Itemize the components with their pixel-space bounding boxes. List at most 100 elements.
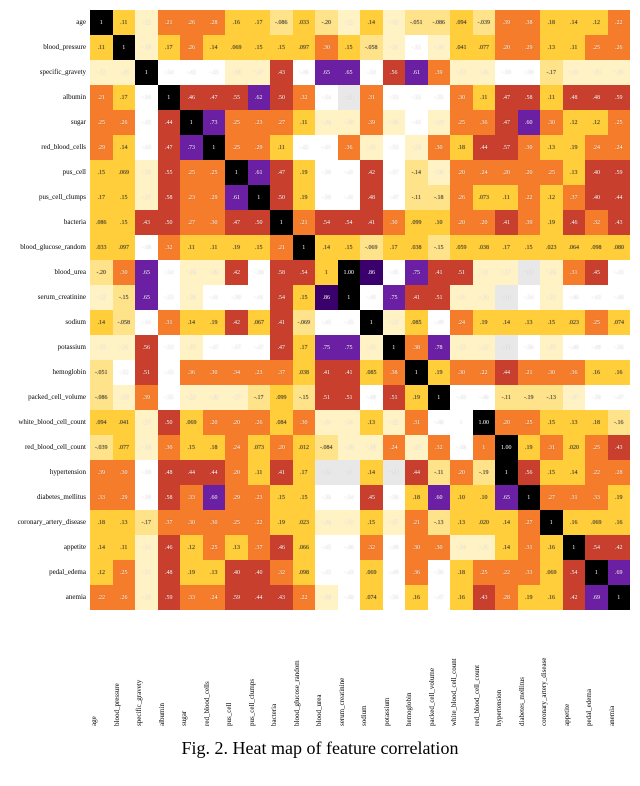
heatmap-cell: .59 [158,585,181,610]
heatmap-cell: 1 [383,335,406,360]
heatmap-cell: .023 [540,235,563,260]
heatmap-cell: 1 [450,410,473,435]
heatmap-cell: .13 [563,160,586,185]
heatmap-cell: .26 [113,110,136,135]
row-label: hypertension [10,460,90,485]
heatmap-cell: .17 [383,235,406,260]
heatmap-cell: .22 [90,585,113,610]
heatmap-cell: .15 [540,310,563,335]
heatmap-cell: -.49 [585,335,608,360]
heatmap-cell: .41 [270,310,293,335]
heatmap-cell: -.069 [360,235,383,260]
heatmap-cell: .11 [270,135,293,160]
col-label: sugar [180,610,203,730]
heatmap-cell: .48 [563,85,586,110]
heatmap-cell: .16 [405,585,428,610]
heatmap-cell: .58 [158,485,181,510]
heatmap-cell: .24 [608,135,631,160]
heatmap-cell: .097 [293,35,316,60]
heatmap-cell: -.43 [158,360,181,385]
heatmap-cell: .54 [585,535,608,560]
heatmap-cell: .59 [225,585,248,610]
heatmap-cell: .47 [495,85,518,110]
heatmap-cell: -.23 [428,110,451,135]
heatmap-cell: .14 [90,310,113,335]
heatmap-cell: .37 [270,360,293,385]
heatmap-cell: .038 [405,235,428,260]
heatmap-cell: .32 [585,210,608,235]
heatmap-cell: .086 [90,210,113,235]
heatmap-cell: .22 [293,585,316,610]
heatmap-cell: .15 [293,285,316,310]
heatmap-cell: -.26 [473,60,496,85]
heatmap-cell: -.13 [428,510,451,535]
heatmap-cell: .13 [518,310,541,335]
heatmap-cell: .69 [608,560,631,585]
heatmap-cell: .15 [338,35,361,60]
heatmap-cell: -.52 [113,360,136,385]
heatmap-cell: -.48 [428,410,451,435]
heatmap-cell: .30 [293,410,316,435]
heatmap-cell: .13 [540,35,563,60]
heatmap-cell: .50 [158,410,181,435]
heatmap-cell: .75 [405,260,428,285]
heatmap-figure: ageblood_pressurespecific_gravetyalbumin… [10,10,630,730]
heatmap-cell: -.45 [383,260,406,285]
heatmap-cell: .18 [585,410,608,435]
heatmap-cell: .36 [405,560,428,585]
heatmap-cell: -.22 [90,285,113,310]
heatmap-cell: .17 [248,10,271,35]
heatmap-cell: -.56 [315,485,338,510]
heatmap-cell: -.086 [270,10,293,35]
heatmap-cell: -.19 [518,385,541,410]
heatmap-cell: .78 [428,335,451,360]
heatmap-cell: .41 [360,210,383,235]
heatmap-cell: .30 [428,535,451,560]
heatmap-cell: -.11 [428,460,451,485]
heatmap-cell: .19 [293,160,316,185]
heatmap-cell: .29 [518,35,541,60]
heatmap-cell: -.56 [383,585,406,610]
heatmap-cell: .30 [540,360,563,385]
heatmap-cell: .51 [135,360,158,385]
heatmap-cell: .42 [608,535,631,560]
heatmap-cell: -.39 [135,160,158,185]
heatmap-cell: -.31 [338,410,361,435]
heatmap-cell: .041 [113,410,136,435]
heatmap-cell: .25 [180,160,203,185]
heatmap-cell: .059 [450,235,473,260]
heatmap-cell: -.31 [135,560,158,585]
heatmap-cell: .26 [113,585,136,610]
heatmap-cell: .25 [473,560,496,585]
heatmap-cell: -.31 [315,410,338,435]
heatmap-cell: .32 [360,535,383,560]
heatmap-cell: .31 [158,310,181,335]
heatmap-cell: .30 [180,510,203,535]
heatmap-cell: -.058 [360,35,383,60]
heatmap-cell: -.37 [135,185,158,210]
heatmap-cell: .31 [360,85,383,110]
heatmap-cell: .51 [428,285,451,310]
heatmap-cell: .27 [540,485,563,510]
heatmap-cell: .32 [293,85,316,110]
heatmap-cell: .13 [563,410,586,435]
heatmap-cell: -.50 [315,185,338,210]
heatmap-grid: 1.11-.22.21.26.28.16.17-.086.033-.20-.22… [90,10,630,610]
heatmap-cell: .47 [495,110,518,135]
heatmap-cell: .31 [563,485,586,510]
heatmap-cell: -.36 [315,110,338,135]
heatmap-cell: .28 [203,10,226,35]
col-label: pus_cell_clumps [248,610,271,730]
heatmap-cell: -.38 [203,260,226,285]
heatmap-cell: -.31 [563,60,586,85]
heatmap-cell: .22 [473,360,496,385]
heatmap-cell: -.41 [338,185,361,210]
heatmap-cell: .13 [225,535,248,560]
col-label: albumin [158,610,181,730]
heatmap-cell: -.31 [135,535,158,560]
heatmap-cell: -.49 [383,535,406,560]
heatmap-cell: -.59 [135,485,158,510]
heatmap-cell: .11 [180,235,203,260]
heatmap-cell: -.56 [608,335,631,360]
heatmap-cell: .54 [315,210,338,235]
